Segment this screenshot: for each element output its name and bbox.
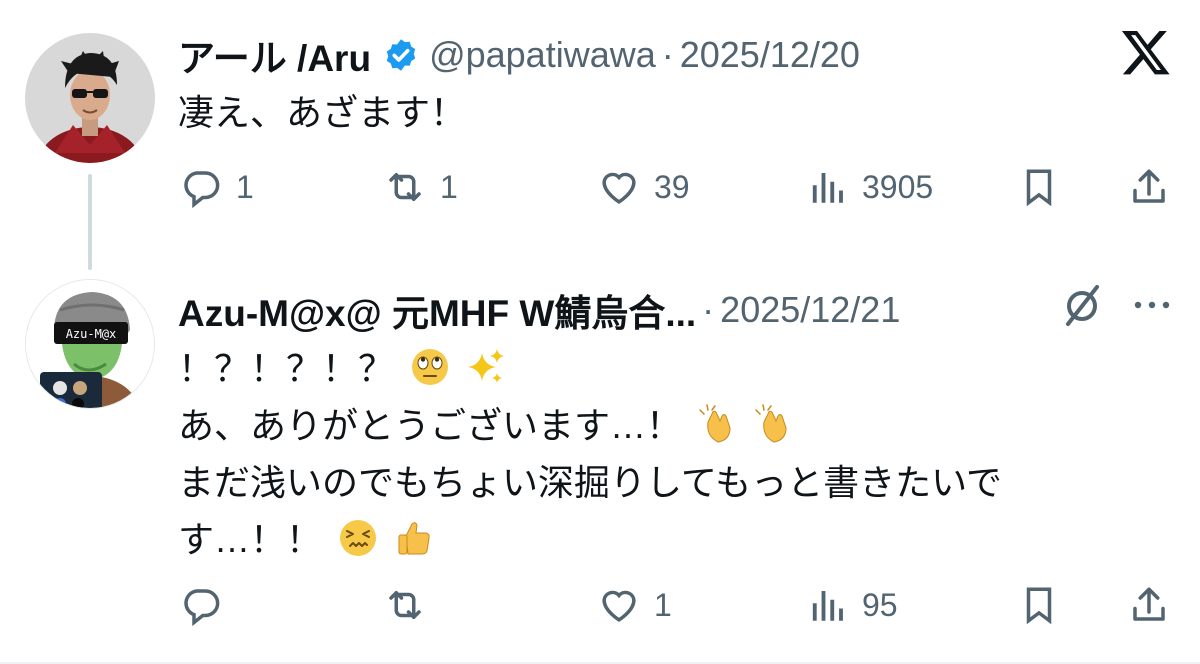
bookmark-button[interactable] bbox=[1018, 162, 1060, 212]
like-count: 1 bbox=[654, 586, 672, 623]
tweet-header: Azu-M@x@ 元MHF W鯖烏合... · 2025/12/21 bbox=[178, 285, 900, 335]
tweet-reply[interactable]: Azu-M@x Azu-M@x@ 元MHF W鯖烏合... · 2025/12/… bbox=[0, 265, 1200, 664]
tweet-text-segment: ！？！？！？ bbox=[178, 348, 395, 389]
views-icon bbox=[812, 591, 843, 621]
reply-icon bbox=[184, 589, 220, 626]
views-icon bbox=[812, 173, 843, 203]
author-name[interactable]: Azu-M@x@ 元MHF W鯖烏合... bbox=[178, 283, 696, 337]
like-count: 39 bbox=[654, 168, 690, 205]
share-button[interactable] bbox=[1128, 162, 1170, 212]
author-name[interactable]: アール /Aru bbox=[178, 28, 371, 82]
clapping-hands-emoji-icon bbox=[699, 404, 731, 443]
tweet-text-line: ！？！？！？ bbox=[178, 340, 1002, 397]
like-button[interactable]: 39 bbox=[598, 162, 690, 212]
heart-icon bbox=[602, 172, 636, 204]
views-button[interactable]: 3905 bbox=[806, 162, 933, 212]
tweet-parent[interactable]: アール /Aru @papatiwawa · 2025/12/20 凄え、あざま… bbox=[0, 0, 1200, 270]
bookmark-icon bbox=[1026, 169, 1052, 207]
eye-roll-emoji-icon bbox=[412, 349, 449, 385]
share-icon bbox=[1133, 169, 1165, 203]
avatar-image bbox=[25, 33, 155, 163]
tweet-text-segment: す…！！ bbox=[178, 519, 323, 560]
avatar-image: Azu-M@x bbox=[26, 280, 154, 408]
meta-separator: · bbox=[661, 34, 674, 75]
author-avatar[interactable]: Azu-M@x bbox=[25, 279, 155, 409]
retweet-icon bbox=[389, 591, 421, 619]
retweet-button[interactable] bbox=[384, 580, 440, 630]
view-count: 95 bbox=[862, 586, 898, 623]
retweet-button[interactable]: 1 bbox=[384, 162, 458, 212]
more-icon[interactable] bbox=[1128, 295, 1176, 315]
avatar-label: Azu-M@x bbox=[66, 327, 117, 341]
action-bar: 1 1 39 3905 bbox=[0, 162, 1200, 212]
reply-button[interactable] bbox=[180, 580, 236, 630]
bookmark-icon bbox=[1026, 587, 1052, 625]
author-handle[interactable]: @papatiwawa bbox=[429, 34, 656, 76]
reply-button[interactable]: 1 bbox=[180, 162, 254, 212]
reply-icon bbox=[184, 171, 220, 208]
tweet-text-line: まだ浅いのでもちょい深掘りしてもっと書きたいで bbox=[178, 462, 1003, 503]
grok-icon[interactable] bbox=[1058, 282, 1106, 330]
bookmark-button[interactable] bbox=[1018, 580, 1060, 630]
tweet-text: 凄え、あざます！ bbox=[178, 84, 466, 141]
share-icon bbox=[1133, 587, 1165, 621]
retweet-count: 1 bbox=[440, 168, 458, 205]
tweet-date[interactable]: 2025/12/21 bbox=[720, 289, 900, 331]
meta-separator: · bbox=[702, 289, 715, 330]
verified-badge-icon[interactable] bbox=[383, 37, 419, 73]
tweet-text-line: 凄え、あざます！ bbox=[178, 92, 467, 133]
views-button[interactable]: 95 bbox=[806, 580, 898, 630]
retweet-icon bbox=[389, 173, 421, 201]
view-count: 3905 bbox=[862, 168, 934, 205]
tweet-header: アール /Aru @papatiwawa · 2025/12/20 bbox=[178, 30, 860, 80]
tweet-text-line: あ、ありがとうございます…！ bbox=[178, 397, 1002, 454]
reply-count: 1 bbox=[236, 168, 254, 205]
tweet-text: ！？！？！？ あ、ありがとうございます…！ まだ浅いのでもちょい深掘りしてもっと… bbox=[178, 340, 1002, 568]
clapping-hands-emoji-icon bbox=[755, 404, 787, 443]
tweet-date[interactable]: 2025/12/20 bbox=[680, 34, 860, 76]
author-avatar[interactable] bbox=[25, 33, 155, 163]
like-button[interactable]: 1 bbox=[598, 580, 672, 630]
heart-icon bbox=[602, 590, 636, 622]
thumbs-up-emoji-icon bbox=[398, 522, 430, 555]
sparkles-emoji-icon bbox=[468, 349, 505, 383]
action-bar: 1 95 bbox=[0, 580, 1200, 630]
confounded-face-emoji-icon bbox=[340, 520, 377, 556]
share-button[interactable] bbox=[1128, 580, 1170, 630]
x-logo-icon bbox=[1121, 30, 1170, 75]
tweet-text-segment: あ、ありがとうございます…！ bbox=[178, 405, 683, 446]
tweet-text-line: す…！！ bbox=[178, 511, 1002, 568]
